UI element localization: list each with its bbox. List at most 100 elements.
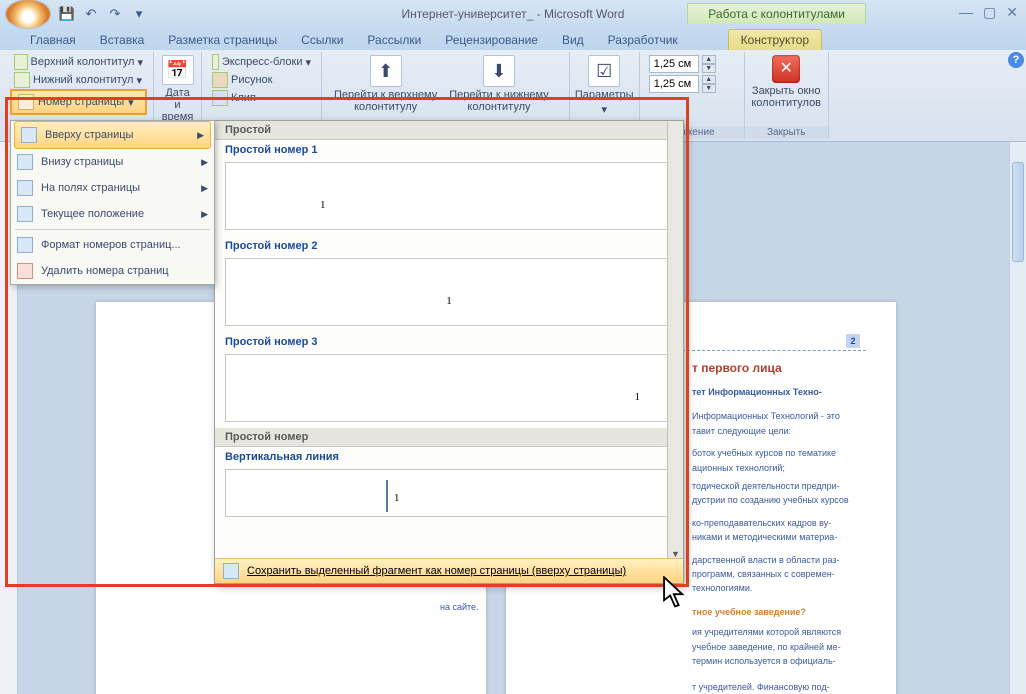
tab-review[interactable]: Рецензирование xyxy=(433,30,550,50)
doc-text: дарственной власти в области раз- програ… xyxy=(692,553,856,596)
save-icon[interactable]: 💾 xyxy=(56,3,78,25)
chevron-right-icon: ▶ xyxy=(201,183,208,194)
sample-number: 1 xyxy=(394,492,400,504)
margin-bottom-spinner[interactable]: ▲▼ xyxy=(646,74,738,94)
doc-text: тодической деятельности предпри- дустрии… xyxy=(692,479,856,508)
spin-up-icon[interactable]: ▲ xyxy=(702,75,716,84)
gallery-item-label: Вертикальная линия xyxy=(215,447,683,467)
doc-subheading: тет Информационных Техно- xyxy=(692,385,856,399)
restore-button[interactable]: ▢ xyxy=(983,4,996,21)
minimize-button[interactable]: — xyxy=(959,4,973,21)
clip-icon xyxy=(212,90,228,106)
office-button[interactable] xyxy=(6,0,50,28)
quickparts-button[interactable]: Экспресс-блоки ▾ xyxy=(208,53,315,71)
header-top-button[interactable]: Верхний колонтитул ▾ xyxy=(10,53,147,71)
redo-icon[interactable]: ↷ xyxy=(104,3,126,25)
picture-icon xyxy=(212,72,228,88)
scrollbar-thumb[interactable] xyxy=(1012,162,1024,262)
menu-bottom-of-page[interactable]: Внизу страницы▶ xyxy=(11,149,214,175)
undo-icon[interactable]: ↶ xyxy=(80,3,102,25)
picture-button[interactable]: Рисунок xyxy=(208,71,315,89)
page-number-button[interactable]: Номер страницы ▾ xyxy=(10,89,147,115)
page-number-menu: Вверху страницы▶ Внизу страницы▶ На поля… xyxy=(10,120,215,285)
gallery-item-label: Простой номер 3 xyxy=(215,332,683,352)
gallery-item-2[interactable]: 1 xyxy=(225,258,673,326)
cursor-icon xyxy=(662,576,688,610)
menu-format-numbers[interactable]: Формат номеров страниц... xyxy=(11,232,214,258)
sample-number: 1 xyxy=(320,199,326,211)
close-x-icon: ✕ xyxy=(772,55,800,83)
datetime-button[interactable]: 📅 Дата и время xyxy=(160,53,195,125)
sample-number: 1 xyxy=(635,391,641,403)
doc-text: ия учредителями которой являются учебное… xyxy=(692,625,856,668)
goto-bottom-icon: ⬇ xyxy=(483,55,515,87)
tab-design[interactable]: Конструктор xyxy=(728,29,822,50)
help-icon[interactable]: ? xyxy=(1008,52,1024,68)
calendar-icon: 📅 xyxy=(162,55,194,85)
doc-heading: т первого лица xyxy=(692,359,856,377)
tab-view[interactable]: Вид xyxy=(550,30,596,50)
page-number-icon xyxy=(18,94,34,110)
page-top-icon xyxy=(21,127,37,143)
window-title: Интернет-университет_ - Microsoft Word xyxy=(402,7,625,21)
format-numbers-icon xyxy=(17,237,33,253)
save-selection-button[interactable]: Сохранить выделенный фрагмент как номер … xyxy=(215,558,683,583)
doc-text: ко-преподавательских кадров ву- никами и… xyxy=(692,516,856,545)
tab-developer[interactable]: Разработчик xyxy=(596,30,690,50)
menu-remove-numbers[interactable]: Удалить номера страниц xyxy=(11,258,214,284)
spin-up-icon[interactable]: ▲ xyxy=(702,55,716,64)
spin-down-icon[interactable]: ▼ xyxy=(702,64,716,73)
margin-bottom-input[interactable] xyxy=(649,75,699,93)
doc-text: на сайте. xyxy=(440,602,479,612)
menu-top-of-page[interactable]: Вверху страницы▶ xyxy=(14,121,211,149)
remove-numbers-icon xyxy=(17,263,33,279)
clip-button[interactable]: Клип xyxy=(208,89,315,107)
tab-mailings[interactable]: Рассылки xyxy=(355,30,433,50)
header-top-icon xyxy=(14,54,28,70)
close-button[interactable]: ✕ xyxy=(1006,4,1018,21)
vertical-scrollbar[interactable] xyxy=(1009,142,1026,694)
menu-page-margins[interactable]: На полях страницы▶ xyxy=(11,175,214,201)
goto-bottom-button[interactable]: ⬇ Перейти к нижнему колонтитулу xyxy=(443,53,554,125)
goto-top-button[interactable]: ⬆ Перейти к верхнему колонтитулу xyxy=(328,53,443,125)
margin-top-spinner[interactable]: ▲▼ xyxy=(646,54,738,74)
gallery-item-1[interactable]: 1 xyxy=(225,162,673,230)
vertical-line-icon xyxy=(386,480,388,512)
tab-layout[interactable]: Разметка страницы xyxy=(156,30,289,50)
current-pos-icon xyxy=(17,206,33,222)
doc-text: т учредителей. Финансовую под- сийских и… xyxy=(692,680,856,694)
goto-top-icon: ⬆ xyxy=(370,55,402,87)
page-margins-icon xyxy=(17,180,33,196)
gallery-category: Простой xyxy=(215,121,683,140)
chevron-right-icon: ▶ xyxy=(201,209,208,220)
menu-current-position[interactable]: Текущее положение▶ xyxy=(11,201,214,227)
sample-number: 1 xyxy=(446,295,452,307)
close-header-button[interactable]: ✕ Закрыть окно колонтитулов xyxy=(751,53,822,125)
header-bottom-button[interactable]: Нижний колонтитул ▾ xyxy=(10,71,147,89)
gallery-item-4[interactable]: 1 xyxy=(225,469,673,517)
gallery-scrollbar[interactable]: ▼ xyxy=(667,121,683,561)
group-close-label: Закрыть xyxy=(745,126,828,139)
page-number-gallery: Простой Простой номер 1 1 Простой номер … xyxy=(214,120,684,584)
doc-text: боток учебных курсов по тематике ационны… xyxy=(692,446,856,475)
save-selection-icon xyxy=(223,563,239,579)
doc-text: Информационных Технологий - это тавит сл… xyxy=(692,409,856,438)
page-number-badge: 2 xyxy=(846,334,860,348)
context-tab-title: Работа с колонтитулами xyxy=(687,3,866,24)
margin-top-input[interactable] xyxy=(649,55,699,73)
header-bottom-icon xyxy=(14,72,30,88)
qat-more-icon[interactable]: ▾ xyxy=(128,3,150,25)
quick-access-toolbar: 💾 ↶ ↷ ▾ xyxy=(56,3,150,25)
params-button[interactable]: ☑ Параметры ▾ xyxy=(576,53,633,125)
tab-references[interactable]: Ссылки xyxy=(289,30,355,50)
chevron-right-icon: ▶ xyxy=(201,157,208,168)
tab-home[interactable]: Главная xyxy=(18,30,88,50)
quickparts-icon xyxy=(212,54,219,70)
tab-insert[interactable]: Вставка xyxy=(88,30,157,50)
page-bottom-icon xyxy=(17,154,33,170)
spin-down-icon[interactable]: ▼ xyxy=(702,84,716,93)
gallery-item-3[interactable]: 1 xyxy=(225,354,673,422)
window-controls: — ▢ ✕ xyxy=(959,4,1018,21)
gallery-item-label: Простой номер 2 xyxy=(215,236,683,256)
titlebar: 💾 ↶ ↷ ▾ Интернет-университет_ - Microsof… xyxy=(0,0,1026,28)
